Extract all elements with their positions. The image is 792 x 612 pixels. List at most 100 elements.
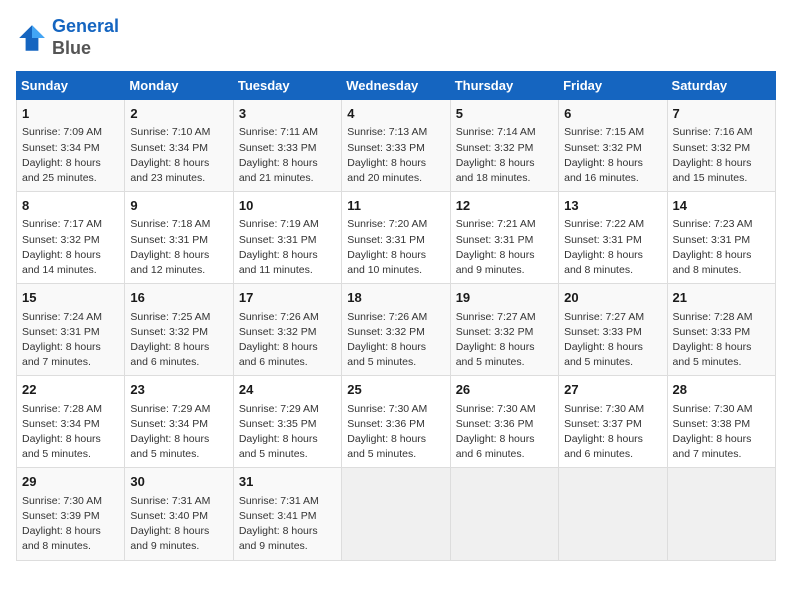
day-number: 23 [130, 381, 227, 399]
day-info: Sunrise: 7:20 AM Sunset: 3:31 PM Dayligh… [347, 217, 444, 278]
calendar-cell: 12 Sunrise: 7:21 AM Sunset: 3:31 PM Dayl… [450, 192, 558, 284]
day-info: Sunrise: 7:29 AM Sunset: 3:35 PM Dayligh… [239, 402, 336, 463]
calendar-cell: 29 Sunrise: 7:30 AM Sunset: 3:39 PM Dayl… [17, 468, 125, 560]
day-info: Sunrise: 7:30 AM Sunset: 3:37 PM Dayligh… [564, 402, 661, 463]
day-info: Sunrise: 7:27 AM Sunset: 3:32 PM Dayligh… [456, 310, 553, 371]
day-info: Sunrise: 7:15 AM Sunset: 3:32 PM Dayligh… [564, 125, 661, 186]
calendar-cell: 6 Sunrise: 7:15 AM Sunset: 3:32 PM Dayli… [559, 100, 667, 192]
header-day-sunday: Sunday [17, 72, 125, 100]
day-info: Sunrise: 7:31 AM Sunset: 3:41 PM Dayligh… [239, 494, 336, 555]
page-header: GeneralBlue [16, 16, 776, 59]
calendar-cell: 15 Sunrise: 7:24 AM Sunset: 3:31 PM Dayl… [17, 284, 125, 376]
calendar-cell: 16 Sunrise: 7:25 AM Sunset: 3:32 PM Dayl… [125, 284, 233, 376]
day-info: Sunrise: 7:14 AM Sunset: 3:32 PM Dayligh… [456, 125, 553, 186]
day-number: 21 [673, 289, 770, 307]
calendar-cell: 11 Sunrise: 7:20 AM Sunset: 3:31 PM Dayl… [342, 192, 450, 284]
day-number: 5 [456, 105, 553, 123]
week-row-3: 15 Sunrise: 7:24 AM Sunset: 3:31 PM Dayl… [17, 284, 776, 376]
day-number: 20 [564, 289, 661, 307]
day-info: Sunrise: 7:25 AM Sunset: 3:32 PM Dayligh… [130, 310, 227, 371]
calendar-cell: 1 Sunrise: 7:09 AM Sunset: 3:34 PM Dayli… [17, 100, 125, 192]
logo: GeneralBlue [16, 16, 119, 59]
day-info: Sunrise: 7:28 AM Sunset: 3:33 PM Dayligh… [673, 310, 770, 371]
calendar-cell: 17 Sunrise: 7:26 AM Sunset: 3:32 PM Dayl… [233, 284, 341, 376]
calendar-header: SundayMondayTuesdayWednesdayThursdayFrid… [17, 72, 776, 100]
week-row-1: 1 Sunrise: 7:09 AM Sunset: 3:34 PM Dayli… [17, 100, 776, 192]
day-number: 1 [22, 105, 119, 123]
logo-text: GeneralBlue [52, 16, 119, 59]
day-number: 30 [130, 473, 227, 491]
calendar-cell: 22 Sunrise: 7:28 AM Sunset: 3:34 PM Dayl… [17, 376, 125, 468]
day-info: Sunrise: 7:23 AM Sunset: 3:31 PM Dayligh… [673, 217, 770, 278]
day-number: 31 [239, 473, 336, 491]
day-info: Sunrise: 7:17 AM Sunset: 3:32 PM Dayligh… [22, 217, 119, 278]
calendar-cell [667, 468, 775, 560]
header-day-tuesday: Tuesday [233, 72, 341, 100]
calendar-body: 1 Sunrise: 7:09 AM Sunset: 3:34 PM Dayli… [17, 100, 776, 560]
calendar-cell: 27 Sunrise: 7:30 AM Sunset: 3:37 PM Dayl… [559, 376, 667, 468]
calendar-cell: 10 Sunrise: 7:19 AM Sunset: 3:31 PM Dayl… [233, 192, 341, 284]
week-row-4: 22 Sunrise: 7:28 AM Sunset: 3:34 PM Dayl… [17, 376, 776, 468]
day-info: Sunrise: 7:31 AM Sunset: 3:40 PM Dayligh… [130, 494, 227, 555]
week-row-2: 8 Sunrise: 7:17 AM Sunset: 3:32 PM Dayli… [17, 192, 776, 284]
calendar-cell [342, 468, 450, 560]
day-number: 29 [22, 473, 119, 491]
day-info: Sunrise: 7:18 AM Sunset: 3:31 PM Dayligh… [130, 217, 227, 278]
day-number: 15 [22, 289, 119, 307]
day-info: Sunrise: 7:26 AM Sunset: 3:32 PM Dayligh… [239, 310, 336, 371]
day-info: Sunrise: 7:22 AM Sunset: 3:31 PM Dayligh… [564, 217, 661, 278]
calendar-cell: 13 Sunrise: 7:22 AM Sunset: 3:31 PM Dayl… [559, 192, 667, 284]
day-number: 18 [347, 289, 444, 307]
calendar-cell: 14 Sunrise: 7:23 AM Sunset: 3:31 PM Dayl… [667, 192, 775, 284]
day-info: Sunrise: 7:30 AM Sunset: 3:36 PM Dayligh… [456, 402, 553, 463]
day-info: Sunrise: 7:11 AM Sunset: 3:33 PM Dayligh… [239, 125, 336, 186]
day-info: Sunrise: 7:09 AM Sunset: 3:34 PM Dayligh… [22, 125, 119, 186]
header-day-wednesday: Wednesday [342, 72, 450, 100]
day-number: 2 [130, 105, 227, 123]
day-info: Sunrise: 7:27 AM Sunset: 3:33 PM Dayligh… [564, 310, 661, 371]
day-number: 26 [456, 381, 553, 399]
day-number: 28 [673, 381, 770, 399]
day-number: 25 [347, 381, 444, 399]
day-info: Sunrise: 7:10 AM Sunset: 3:34 PM Dayligh… [130, 125, 227, 186]
calendar-cell: 5 Sunrise: 7:14 AM Sunset: 3:32 PM Dayli… [450, 100, 558, 192]
day-number: 14 [673, 197, 770, 215]
day-number: 12 [456, 197, 553, 215]
day-info: Sunrise: 7:16 AM Sunset: 3:32 PM Dayligh… [673, 125, 770, 186]
week-row-5: 29 Sunrise: 7:30 AM Sunset: 3:39 PM Dayl… [17, 468, 776, 560]
header-day-monday: Monday [125, 72, 233, 100]
calendar-cell: 26 Sunrise: 7:30 AM Sunset: 3:36 PM Dayl… [450, 376, 558, 468]
header-day-saturday: Saturday [667, 72, 775, 100]
calendar-cell: 30 Sunrise: 7:31 AM Sunset: 3:40 PM Dayl… [125, 468, 233, 560]
day-info: Sunrise: 7:26 AM Sunset: 3:32 PM Dayligh… [347, 310, 444, 371]
day-number: 13 [564, 197, 661, 215]
day-number: 9 [130, 197, 227, 215]
calendar-cell: 2 Sunrise: 7:10 AM Sunset: 3:34 PM Dayli… [125, 100, 233, 192]
calendar-cell: 8 Sunrise: 7:17 AM Sunset: 3:32 PM Dayli… [17, 192, 125, 284]
header-day-thursday: Thursday [450, 72, 558, 100]
day-number: 16 [130, 289, 227, 307]
calendar-cell: 19 Sunrise: 7:27 AM Sunset: 3:32 PM Dayl… [450, 284, 558, 376]
day-info: Sunrise: 7:29 AM Sunset: 3:34 PM Dayligh… [130, 402, 227, 463]
day-number: 11 [347, 197, 444, 215]
day-number: 27 [564, 381, 661, 399]
day-info: Sunrise: 7:30 AM Sunset: 3:39 PM Dayligh… [22, 494, 119, 555]
logo-icon [16, 22, 48, 54]
calendar-cell: 20 Sunrise: 7:27 AM Sunset: 3:33 PM Dayl… [559, 284, 667, 376]
day-number: 19 [456, 289, 553, 307]
header-row: SundayMondayTuesdayWednesdayThursdayFrid… [17, 72, 776, 100]
day-info: Sunrise: 7:30 AM Sunset: 3:36 PM Dayligh… [347, 402, 444, 463]
calendar-cell: 4 Sunrise: 7:13 AM Sunset: 3:33 PM Dayli… [342, 100, 450, 192]
day-info: Sunrise: 7:30 AM Sunset: 3:38 PM Dayligh… [673, 402, 770, 463]
day-number: 6 [564, 105, 661, 123]
day-info: Sunrise: 7:13 AM Sunset: 3:33 PM Dayligh… [347, 125, 444, 186]
day-info: Sunrise: 7:24 AM Sunset: 3:31 PM Dayligh… [22, 310, 119, 371]
day-number: 10 [239, 197, 336, 215]
calendar-cell: 31 Sunrise: 7:31 AM Sunset: 3:41 PM Dayl… [233, 468, 341, 560]
calendar-cell [450, 468, 558, 560]
calendar-cell: 18 Sunrise: 7:26 AM Sunset: 3:32 PM Dayl… [342, 284, 450, 376]
header-day-friday: Friday [559, 72, 667, 100]
day-number: 3 [239, 105, 336, 123]
calendar-cell: 25 Sunrise: 7:30 AM Sunset: 3:36 PM Dayl… [342, 376, 450, 468]
calendar-cell: 21 Sunrise: 7:28 AM Sunset: 3:33 PM Dayl… [667, 284, 775, 376]
